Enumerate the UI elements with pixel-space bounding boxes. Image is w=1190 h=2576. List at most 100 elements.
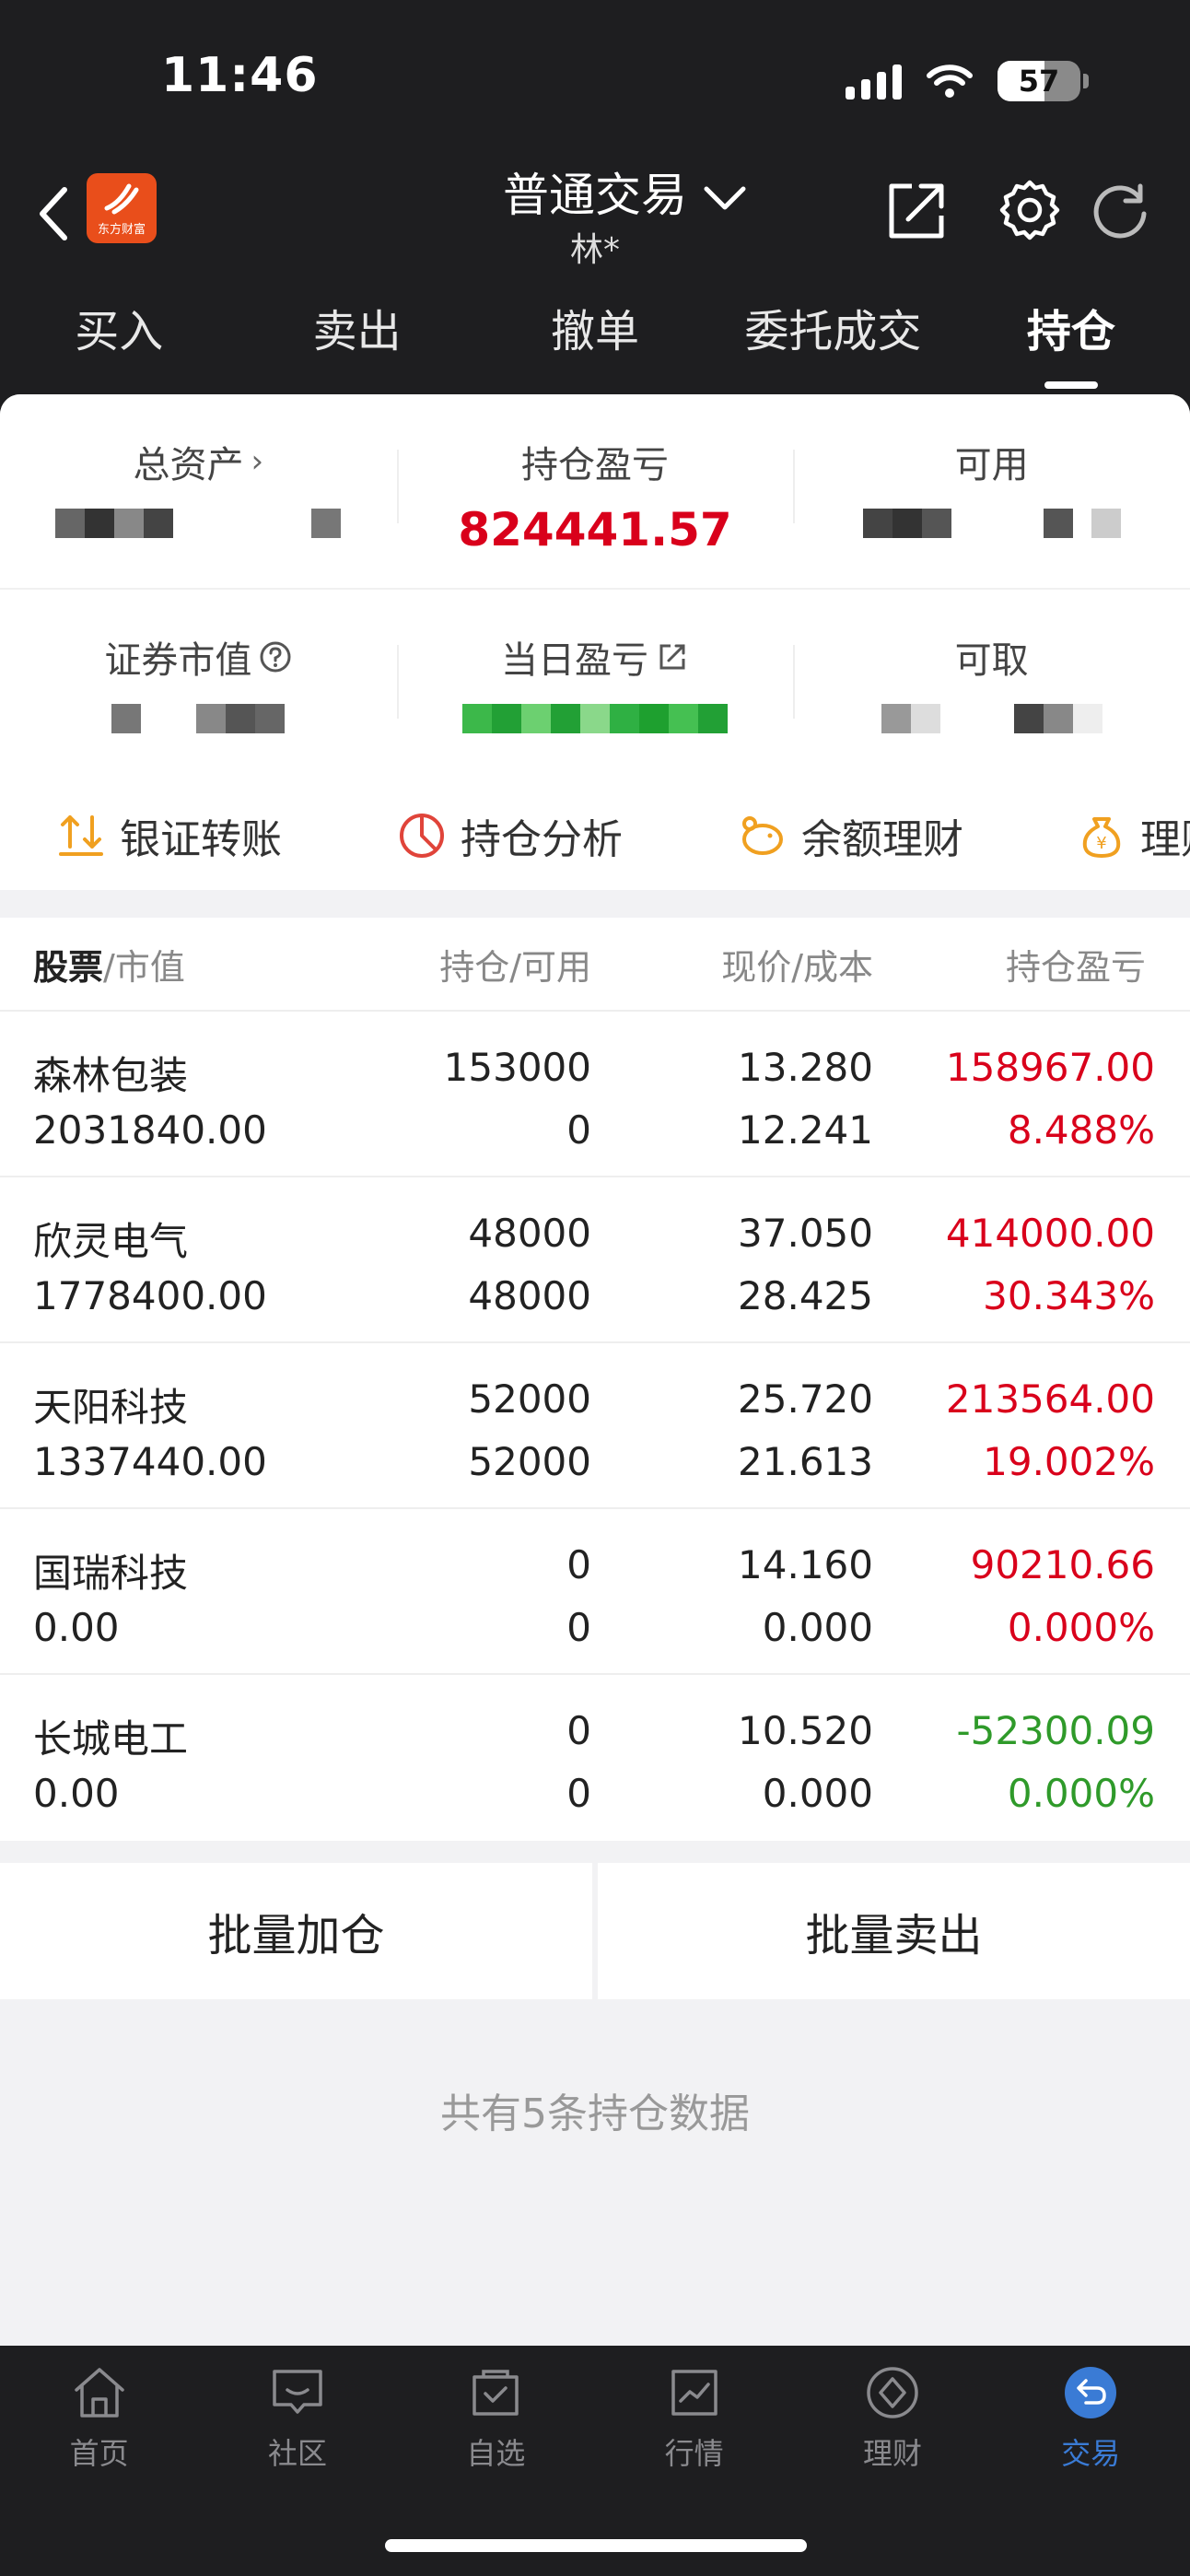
current-price: 37.050	[738, 1211, 873, 1256]
position-pnl: 90210.66	[970, 1542, 1155, 1587]
stock-name: 欣灵电气	[33, 1219, 189, 1264]
market-icon	[671, 2370, 718, 2416]
hold-quantity: 153000	[443, 1045, 591, 1090]
status-icons: 57	[846, 57, 1089, 105]
stock-name: 天阳科技	[33, 1385, 189, 1430]
battery-icon: 57	[998, 61, 1080, 101]
nav-home[interactable]: 首页	[0, 2346, 198, 2493]
market-value-label: 证券市值	[104, 639, 252, 682]
tab-positions[interactable]: 持仓	[952, 276, 1190, 394]
nav-watchlist[interactable]: 自选	[397, 2346, 595, 2493]
quick-action-label: 银证转账	[120, 816, 282, 863]
nav-label: 首页	[69, 2436, 129, 2471]
position-pnl: 158967.00	[945, 1045, 1155, 1090]
hold-quantity: 48000	[468, 1211, 591, 1256]
quick-action-label: 理财	[1140, 816, 1190, 863]
position-pnl-percent: 30.343%	[983, 1273, 1155, 1318]
market-value: 2031840.00	[33, 1107, 267, 1153]
tab-cancel-order[interactable]: 撤单	[476, 276, 714, 394]
share-icon[interactable]	[884, 179, 949, 243]
total-assets[interactable]: 总资产 ›	[0, 394, 397, 588]
current-price: 10.520	[738, 1708, 873, 1753]
available-quantity: 52000	[468, 1439, 591, 1484]
market-value: 0.00	[33, 1605, 120, 1650]
pie-chart-icon	[400, 814, 444, 858]
gear-icon[interactable]	[997, 177, 1063, 243]
tab-sell[interactable]: 卖出	[238, 276, 475, 394]
header-market-value: /市值	[103, 946, 185, 988]
daily-pnl[interactable]: 当日盈亏	[396, 590, 794, 781]
table-row[interactable]: 天阳科技 1337440.00 52000 52000 25.720 21.613 2135…	[0, 1343, 1190, 1509]
market-value: 1337440.00	[33, 1439, 267, 1484]
transfer-icon	[59, 815, 103, 856]
nav-label: 自选	[466, 2436, 526, 2471]
bulk-sell-button[interactable]: 批量卖出	[598, 1863, 1190, 1999]
available-quantity: 0	[566, 1605, 591, 1650]
cost-price: 0.000	[762, 1605, 873, 1650]
tab-buy[interactable]: 买入	[0, 276, 238, 394]
nav-label: 理财	[862, 2436, 922, 2471]
balance-wealth-button[interactable]: 余额理财	[737, 806, 963, 865]
bank-transfer-button[interactable]: 银证转账	[55, 806, 282, 865]
bulk-actions: 批量加仓 批量卖出	[0, 1863, 1190, 1999]
cost-price: 21.613	[738, 1439, 873, 1484]
status-time: 11:46	[161, 48, 319, 103]
current-price: 14.160	[738, 1542, 873, 1587]
money-bag-icon: ¥	[1082, 817, 1121, 858]
watchlist-icon	[472, 2370, 519, 2416]
help-icon[interactable]	[259, 640, 292, 673]
position-pnl: 持仓盈亏 824441.57	[396, 394, 794, 588]
header-position-pnl: 持仓盈亏	[1006, 946, 1147, 988]
current-price: 25.720	[738, 1376, 873, 1422]
page-title: 普通交易	[503, 169, 687, 222]
nav-label: 社区	[267, 2436, 327, 2471]
home-icon	[74, 2368, 124, 2418]
home-indicator	[385, 2539, 807, 2552]
table-header: 股票/市值 持仓/可用 现价/成本 持仓盈亏	[0, 918, 1190, 1012]
position-pnl-percent: 0.000%	[1007, 1605, 1155, 1650]
position-pnl-value: 824441.57	[458, 503, 732, 556]
table-row[interactable]: 国瑞科技 0.00 0 0 14.160 0.000 90210.66 0.000%	[0, 1509, 1190, 1675]
hold-quantity: 0	[566, 1708, 591, 1753]
table-row[interactable]: 欣灵电气 1778400.00 48000 48000 37.050 28.425 4140…	[0, 1177, 1190, 1343]
refresh-icon[interactable]	[1089, 179, 1151, 241]
quick-actions: 银证转账 持仓分析 余额理财 ¥ 理	[0, 781, 1190, 890]
table-row[interactable]: 长城电工 0.00 0 0 10.520 0.000 -52300.09 0.000%	[0, 1675, 1190, 1841]
table-row[interactable]: 森林包装 2031840.00 153000 0 13.280 12.241 158967.…	[0, 1012, 1190, 1177]
daily-pnl-label: 当日盈亏	[501, 639, 648, 682]
masked-value	[793, 509, 1190, 538]
position-pnl-percent: 8.488%	[1007, 1107, 1155, 1153]
stock-name: 长城电工	[33, 1716, 189, 1762]
nav-trade[interactable]: 交易	[992, 2346, 1190, 2493]
bulk-add-button[interactable]: 批量加仓	[0, 1863, 592, 1999]
position-pnl: 213564.00	[945, 1376, 1155, 1422]
stock-name: 森林包装	[33, 1053, 189, 1098]
total-assets-label: 总资产	[133, 444, 244, 486]
header-stock: 股票	[33, 946, 104, 988]
cellular-signal-icon	[846, 63, 902, 100]
nav-label: 交易	[1061, 2436, 1121, 2471]
positions-page: 总资产 › 持仓盈亏 824441.57 可用 证券市值 当日盈亏 可取 银证转…	[0, 394, 1190, 2346]
current-price: 13.280	[738, 1045, 873, 1090]
tab-orders[interactable]: 委托成交	[714, 276, 951, 394]
position-pnl-label: 持仓盈亏	[521, 444, 669, 486]
chevron-down-icon[interactable]	[702, 184, 748, 212]
positions-count-note: 共有5条持仓数据	[440, 2090, 750, 2137]
position-pnl: 414000.00	[945, 1211, 1155, 1256]
header-hold-available: 持仓/可用	[439, 946, 591, 988]
cost-price: 28.425	[738, 1273, 873, 1318]
withdrawable-funds: 可取	[793, 590, 1190, 781]
wealth-button[interactable]: ¥ 理财	[1076, 806, 1190, 865]
hold-quantity: 52000	[468, 1376, 591, 1422]
position-analysis-button[interactable]: 持仓分析	[396, 806, 623, 865]
wealth-icon	[867, 2367, 918, 2418]
nav-market[interactable]: 行情	[595, 2346, 793, 2493]
available-funds: 可用	[793, 394, 1190, 588]
status-bar: 11:46 57	[0, 0, 1190, 147]
position-pnl-percent: 0.000%	[1007, 1771, 1155, 1816]
nav-community[interactable]: 社区	[198, 2346, 396, 2493]
nav-wealth[interactable]: 理财	[793, 2346, 991, 2493]
available-label: 可用	[954, 444, 1029, 486]
masked-value	[0, 509, 397, 538]
wifi-icon	[927, 64, 973, 98]
